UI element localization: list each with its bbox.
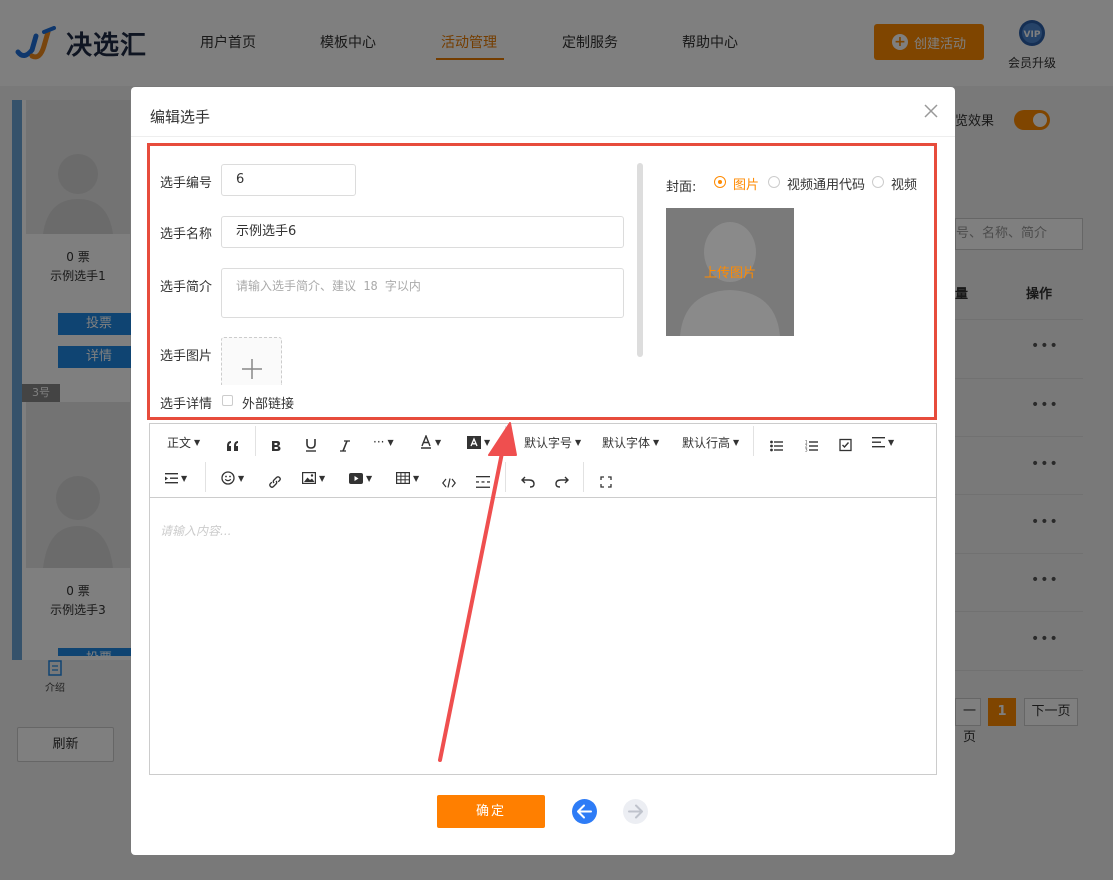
editor-placeholder[interactable]: 请输入内容...: [160, 522, 231, 539]
toolbar-separator: [583, 462, 584, 492]
chevron-down-icon: ▼: [319, 473, 326, 483]
table-icon: [396, 472, 410, 484]
divider-icon[interactable]: [476, 472, 490, 492]
svg-text:3: 3: [805, 448, 808, 453]
bullet-list-icon[interactable]: [770, 436, 783, 456]
code-icon[interactable]: [442, 473, 456, 493]
toolbar-separator: [753, 426, 754, 456]
indent-dropdown[interactable]: ▼: [165, 468, 187, 488]
prev-player-icon[interactable]: [572, 799, 597, 824]
image-dropdown[interactable]: ▼: [302, 468, 325, 488]
chevron-down-icon: ▼: [413, 473, 420, 483]
edit-player-modal: 编辑选手 选手编号 6 选手名称 示例选手6 选手简介 请输入选手简介、建议 1…: [131, 87, 955, 855]
video-dropdown[interactable]: ▼: [349, 468, 372, 488]
chevron-down-icon: ▼: [194, 437, 201, 447]
chevron-down-icon: ▼: [366, 473, 373, 483]
chevron-down-icon: ▼: [575, 437, 582, 447]
link-icon[interactable]: [268, 472, 282, 492]
close-icon[interactable]: [921, 101, 941, 121]
modal-title: 编辑选手: [150, 108, 211, 126]
paragraph-format-label: 正文: [167, 435, 192, 450]
chevron-down-icon: ▼: [435, 437, 442, 447]
highlight-annotation-box: [147, 143, 937, 420]
confirm-button[interactable]: 确定: [437, 795, 545, 828]
numbered-list-icon[interactable]: 123: [805, 436, 818, 456]
toolbar-separator: [505, 426, 506, 456]
emoji-dropdown[interactable]: ▼: [221, 468, 244, 488]
font-color-icon: [421, 435, 431, 449]
emoji-icon: [221, 471, 235, 485]
toolbar-separator: [205, 462, 206, 492]
chevron-down-icon: ▼: [484, 437, 491, 447]
font-family-dropdown[interactable]: 默认字体 ▼: [602, 432, 659, 452]
undo-icon[interactable]: [521, 472, 535, 492]
toolbar-separator: [505, 462, 506, 492]
modal-divider: [131, 136, 955, 137]
chevron-down-icon: ▼: [733, 437, 740, 447]
font-size-label: 默认字号: [524, 435, 573, 450]
video-icon: [349, 472, 363, 484]
more-formats-label: ···: [373, 435, 385, 449]
table-dropdown[interactable]: ▼: [396, 468, 419, 488]
todo-checkbox-icon[interactable]: [839, 435, 852, 455]
font-size-dropdown[interactable]: 默认字号 ▼: [524, 432, 581, 452]
background-color-dropdown[interactable]: ▼: [467, 432, 490, 452]
quote-icon[interactable]: [226, 436, 239, 456]
editor-toolbar: 正文 ▼ ··· ▼ ▼ ▼ 默认字号 ▼ 默认字体 ▼ 默认行高 ▼ 1 2 …: [150, 424, 936, 498]
image-icon: [302, 472, 316, 484]
chevron-down-icon: ▼: [387, 437, 394, 447]
next-player-icon[interactable]: [623, 799, 648, 824]
background-color-icon: [467, 435, 481, 449]
chevron-down-icon: ▼: [238, 473, 245, 483]
rich-text-editor: 正文 ▼ ··· ▼ ▼ ▼ 默认字号 ▼ 默认字体 ▼ 默认行高 ▼ 1 2 …: [149, 423, 937, 775]
chevron-down-icon: ▼: [888, 437, 895, 447]
line-height-dropdown[interactable]: 默认行高 ▼: [682, 432, 739, 452]
chevron-down-icon: ▼: [181, 473, 188, 483]
indent-icon: [165, 472, 178, 483]
bold-icon[interactable]: [271, 436, 281, 456]
chevron-down-icon: ▼: [653, 437, 660, 447]
underline-icon[interactable]: [305, 435, 317, 455]
font-color-dropdown[interactable]: ▼: [420, 432, 441, 452]
redo-icon[interactable]: [555, 472, 569, 492]
paragraph-format-dropdown[interactable]: 正文 ▼: [167, 432, 200, 452]
more-formats-dropdown[interactable]: ··· ▼: [373, 432, 394, 452]
fullscreen-icon[interactable]: [600, 472, 612, 492]
toolbar-separator: [255, 426, 256, 456]
line-height-label: 默认行高: [682, 435, 731, 450]
align-dropdown[interactable]: ▼: [872, 432, 894, 452]
italic-icon[interactable]: [340, 436, 350, 456]
align-left-icon: [872, 436, 885, 447]
font-family-label: 默认字体: [602, 435, 651, 450]
